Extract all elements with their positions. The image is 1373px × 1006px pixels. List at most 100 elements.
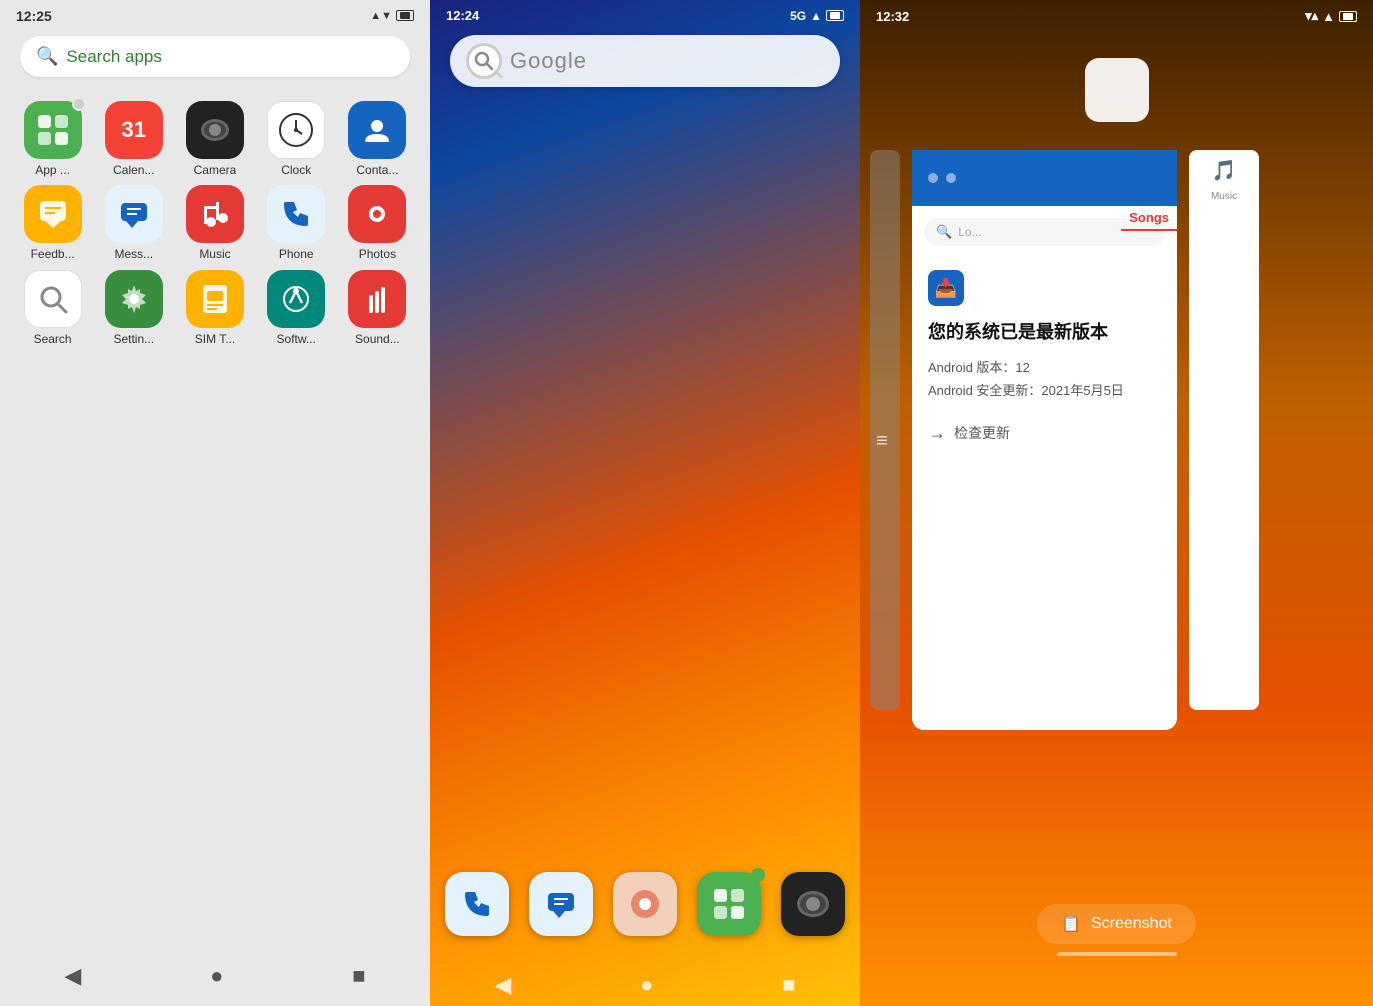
app-item-messages[interactable]: Mess... [97,185,170,261]
app-label-feedback: Feedb... [31,247,75,261]
panel-home-screen: 12:24 5G ▲ Google ◀ ● ■ [430,0,860,1006]
google-text: Google [510,48,587,74]
app-item-music[interactable]: Music [178,185,251,261]
app-item-camera[interactable]: Camera [178,101,251,177]
app-icon-photos [348,185,406,243]
music-label-partial: Music [1211,191,1237,202]
app-label-settings: Settin... [113,332,154,346]
dock [430,872,860,936]
battery-icon-2 [826,10,844,21]
home-button-1[interactable]: ● [210,963,223,989]
dock-icon-camera[interactable] [781,872,845,936]
card-search-icon: 🔍 [936,224,952,240]
dock-icon-photos[interactable] [613,872,677,936]
search-bar-wrapper[interactable]: 🔍 Search apps [20,36,410,77]
app-item-contacts[interactable]: Conta... [341,101,414,177]
search-bar-text: Search apps [66,47,161,67]
recents-button-2[interactable]: ■ [782,972,795,998]
app-item-search[interactable]: Search [16,270,89,346]
time-2: 12:24 [446,8,479,23]
app-item-calendar[interactable]: 31Calen... [97,101,170,177]
app-label-calendar: Calen... [113,163,154,177]
app-item-settings[interactable]: Settin... [97,270,170,346]
app-icon-software [267,270,325,328]
status-icons-1: ▲▼ [370,10,414,22]
back-button-1[interactable]: ◀ [64,963,81,989]
app-label-camera: Camera [194,163,237,177]
dock-icon-appstore[interactable] [697,872,761,936]
screenshot-icon: 📋 [1061,914,1081,934]
home-indicator-3 [1057,952,1177,956]
system-update-content: 📥 您的系统已是最新版本 Android 版本：12 Android 安全更新：… [912,254,1177,460]
app-icon-clock [267,101,325,159]
update-meta: Android 版本：12 Android 安全更新：2021年5月5日 [928,356,1161,403]
app-icon-feedback [24,185,82,243]
android-version: Android 版本：12 [928,356,1161,379]
screenshot-button[interactable]: 📋 Screenshot [1037,904,1196,944]
back-button-2[interactable]: ◀ [494,972,511,998]
screenshot-label: Screenshot [1091,915,1172,933]
status-bar-3: 12:32 ▾▴ ▲ [860,0,1373,28]
system-update-card[interactable]: 🔍 Lo... 📥 您的系统已是最新版本 Android 版本：12 Andro… [912,150,1177,730]
status-icons-3: ▾▴ ▲ [1305,8,1357,24]
app-label-clock: Clock [281,163,311,177]
app-label-simt: SIM T... [195,332,235,346]
app-item-appstore[interactable]: App ... [16,101,89,177]
security-update: Android 安全更新：2021年5月5日 [928,379,1161,402]
time-3: 12:32 [876,9,909,24]
update-icon: 📥 [928,270,964,306]
app-icon-camera [186,101,244,159]
music-card-partial[interactable]: 🎵 Music [1189,150,1259,710]
dock-badge-appstore [751,868,765,882]
app-item-software[interactable]: Softw... [260,270,333,346]
app-item-simt[interactable]: SIM T... [178,270,251,346]
app-icon-appstore [24,101,82,159]
battery-icon-1 [396,10,414,22]
dock-icon-phone[interactable] [445,872,509,936]
dock-icon-messages[interactable] [529,872,593,936]
app-item-sound[interactable]: Sound... [341,270,414,346]
app-label-sound: Sound... [355,332,400,346]
card-header-blue [912,150,1177,206]
panel-app-drawer: 12:25 ▲▼ 🔍 Search apps App ...31Calen...… [0,0,430,1006]
time-1: 12:25 [16,8,52,24]
check-update-label: 检查更新 [954,423,1010,443]
app-label-messages: Mess... [114,247,153,261]
update-title: 您的系统已是最新版本 [928,318,1161,344]
badge-appstore [72,97,86,111]
search-icon: 🔍 [36,46,58,67]
signal-icon-1: ▲▼ [370,10,392,22]
app-icon-messages [105,185,163,243]
card-header-dots [928,173,956,183]
navigation-bar-2: ◀ ● ■ [430,972,860,998]
recent-top-app-icon [1085,58,1149,122]
recents-button-1[interactable]: ■ [352,963,365,989]
app-icon-music [186,185,244,243]
google-search-icon [466,43,502,79]
app-grid: App ...31Calen... Camera Clock Conta... Feed… [0,93,430,354]
app-item-clock[interactable]: Clock [260,101,333,177]
app-item-feedback[interactable]: Feedb... [16,185,89,261]
app-label-phone: Phone [279,247,314,261]
google-search-bar[interactable]: Google [450,35,840,87]
screenshot-area: 📋 Screenshot [860,904,1373,956]
wifi-icon-3: ▾▴ [1305,8,1318,24]
menu-icon[interactable]: ≡ [876,430,888,453]
dot1 [928,173,938,183]
panel-recent-apps: 12:32 ▾▴ ▲ 🔍 Lo... [860,0,1373,1006]
home-button-2[interactable]: ● [640,972,653,998]
songs-tab[interactable]: Songs [1121,206,1177,231]
home-wallpaper [430,0,860,1006]
app-item-photos[interactable]: Photos [341,185,414,261]
app-icon-sound [348,270,406,328]
search-bar[interactable]: 🔍 Search apps [20,36,410,77]
navigation-bar-1: ◀ ● ■ [0,946,430,1006]
app-item-phone[interactable]: Phone [260,185,333,261]
app-label-search: Search [34,332,72,346]
status-bar-2: 12:24 5G ▲ [430,0,860,27]
app-icon-contacts [348,101,406,159]
app-icon-simt [186,270,244,328]
check-update-row[interactable]: → 检查更新 [928,423,1161,444]
card-search-text: Lo... [958,225,981,239]
signal-3: ▲ [1322,9,1335,24]
